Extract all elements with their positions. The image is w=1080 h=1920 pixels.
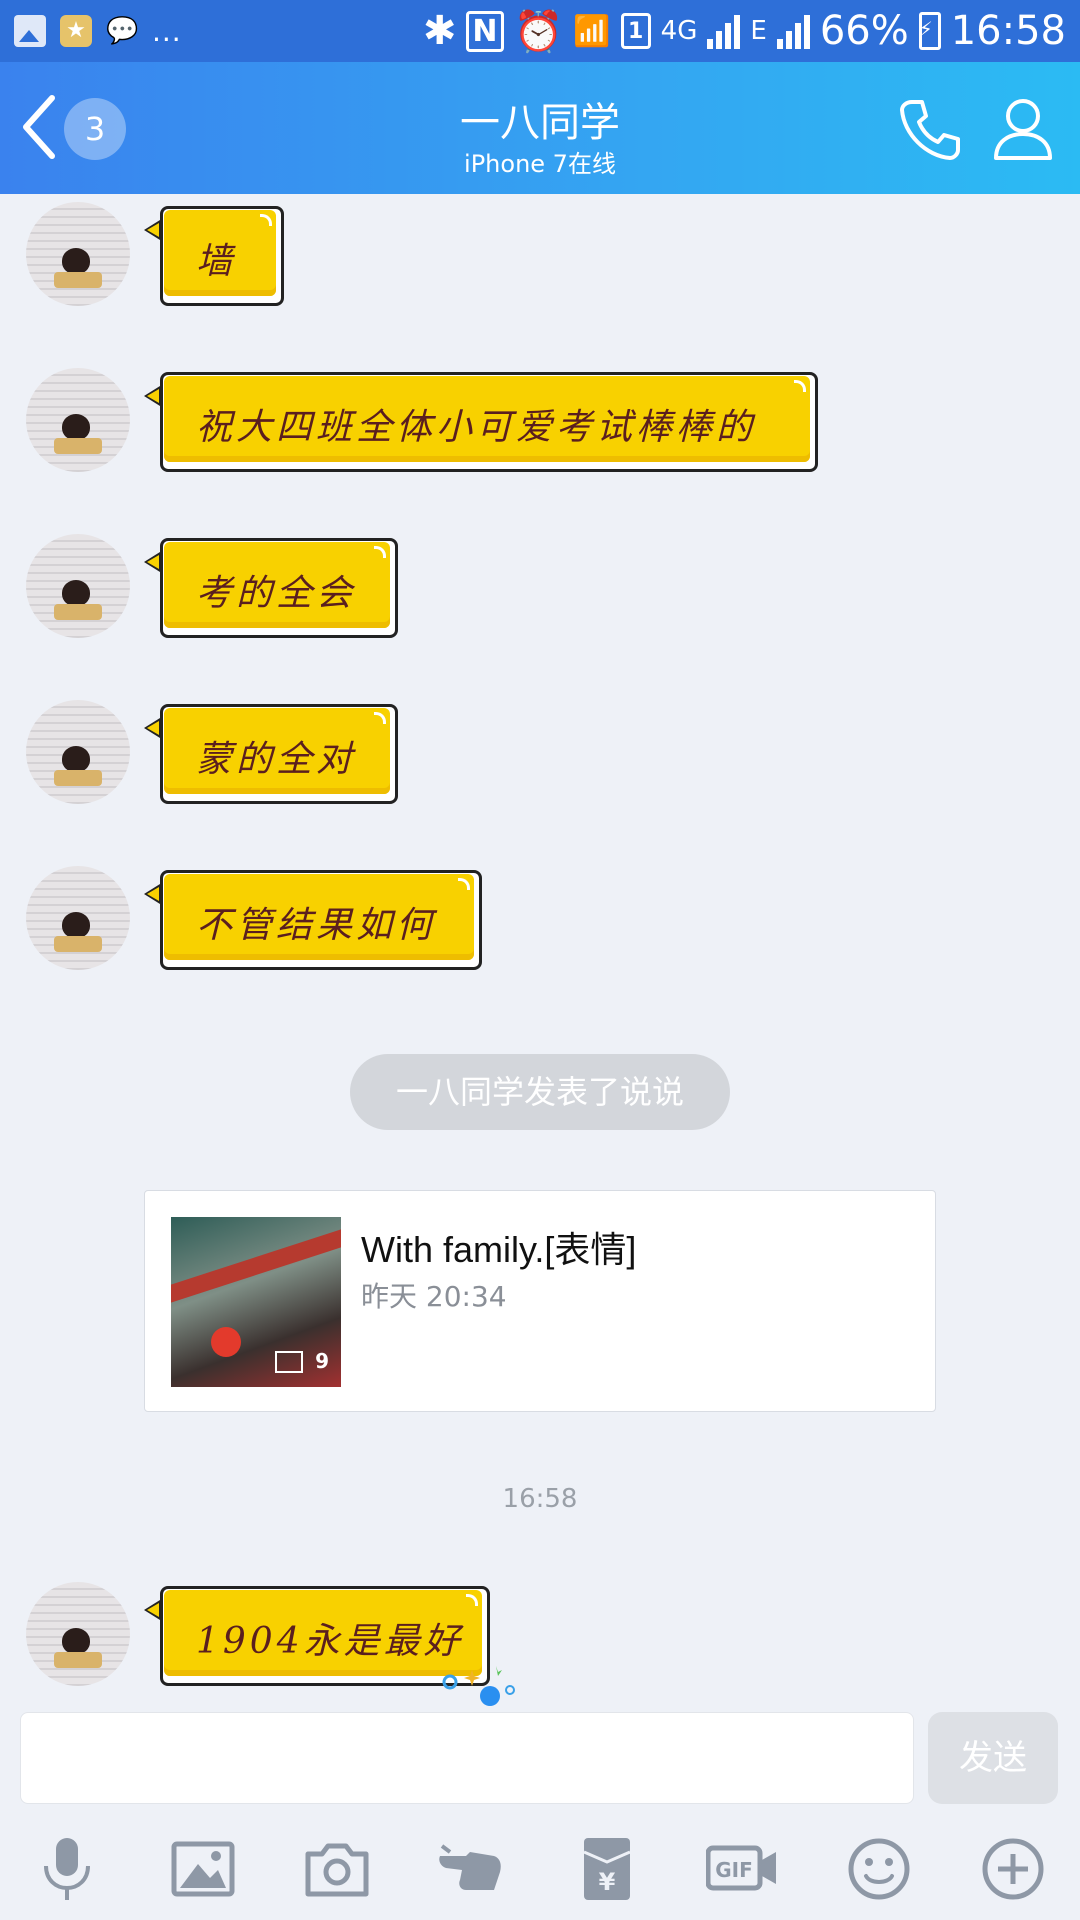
wifi-icon: 📶: [573, 13, 611, 49]
nfc-icon: N: [466, 10, 504, 52]
message-row: 墙: [0, 202, 1080, 312]
emoji-button[interactable]: [844, 1834, 914, 1904]
phone-icon: [900, 100, 960, 160]
message-bubble[interactable]: 蒙的全对: [144, 704, 398, 804]
message-text: 蒙的全对: [196, 739, 357, 780]
message-text: 考的全会: [196, 573, 357, 614]
bluetooth-icon: ✱: [422, 8, 457, 54]
photo-count: 9: [315, 1349, 329, 1373]
sender-avatar[interactable]: [26, 202, 130, 306]
wechat-notification-icon: 💬: [106, 16, 139, 46]
input-toolbar: ¥ GIF: [0, 1820, 1080, 1920]
plus-icon: [982, 1838, 1044, 1900]
message-timestamp: 16:58: [502, 1484, 578, 1514]
signal-icon-2: [776, 13, 810, 49]
moment-time: 昨天 20:34: [361, 1280, 507, 1313]
sim-slot-indicator: 1: [620, 13, 651, 49]
moment-share-card[interactable]: 9 With family.[表情] 昨天 20:34: [144, 1190, 936, 1412]
photo-icon: [275, 1351, 303, 1373]
person-icon: [994, 99, 1052, 160]
message-text: 1904永是最好: [196, 1621, 464, 1662]
message-bubble[interactable]: 不管结果如何: [144, 870, 482, 970]
message-text: 祝大四班全体小可爱考试棒棒的: [196, 407, 757, 448]
sender-avatar[interactable]: [26, 534, 130, 638]
message-row: 蒙的全对: [0, 700, 1080, 810]
alarm-icon: ⏰: [513, 8, 564, 55]
chat-header: 3 一八同学 iPhone 7在线: [0, 62, 1080, 194]
message-text: 不管结果如何: [196, 905, 437, 946]
message-row: 不管结果如何: [0, 866, 1080, 976]
sender-avatar[interactable]: [26, 866, 130, 970]
message-text: 墙: [196, 241, 237, 282]
contact-profile-button[interactable]: [990, 96, 1056, 162]
notification-icons: ★ 💬 ...: [14, 15, 182, 48]
more-notifications: ...: [152, 14, 182, 48]
camera-icon: [305, 1843, 369, 1897]
camera-button[interactable]: [302, 1834, 372, 1904]
poke-button[interactable]: [436, 1834, 506, 1904]
moment-thumbnail[interactable]: 9: [171, 1217, 341, 1387]
sparkle-effect-icon: [442, 1666, 515, 1706]
clock: 16:58: [950, 8, 1066, 54]
image-icon: [171, 1841, 235, 1897]
star-app-notification-icon: ★: [60, 15, 92, 47]
signal-icon-1: [707, 13, 741, 49]
more-options-button[interactable]: [978, 1834, 1048, 1904]
sender-avatar[interactable]: [26, 700, 130, 804]
microphone-icon: [44, 1838, 90, 1900]
status-bar: ★ 💬 ... ✱ N ⏰ 📶 1 4G E 66% 16:58: [0, 0, 1080, 62]
moment-title: With family.[表情]: [361, 1229, 637, 1270]
battery-percent: 66%: [819, 8, 909, 54]
photo-album-button[interactable]: [168, 1834, 238, 1904]
gif-label: GIF: [715, 1858, 753, 1882]
message-row: 1904永是最好: [0, 1582, 1080, 1706]
gallery-notification-icon: [14, 15, 46, 47]
message-bubble[interactable]: 墙: [144, 206, 284, 306]
send-button[interactable]: 发送: [928, 1712, 1058, 1804]
red-packet-button[interactable]: ¥: [572, 1834, 642, 1904]
voice-call-button[interactable]: [898, 96, 964, 162]
system-notice: 一八同学发表了说说: [350, 1054, 730, 1130]
gif-button[interactable]: GIF: [705, 1834, 780, 1904]
voice-input-button[interactable]: [32, 1834, 102, 1904]
sender-avatar[interactable]: [26, 1582, 130, 1686]
sender-avatar[interactable]: [26, 368, 130, 472]
message-bubble[interactable]: 祝大四班全体小可爱考试棒棒的: [144, 372, 818, 472]
emoji-icon: [848, 1838, 910, 1900]
network-4g-label: 4G: [660, 16, 698, 46]
message-row: 祝大四班全体小可爱考试棒棒的: [0, 368, 1080, 478]
red-packet-icon: ¥: [583, 1838, 631, 1900]
gif-icon: GIF: [705, 1845, 776, 1891]
poke-hand-icon: [439, 1844, 501, 1890]
message-input[interactable]: [20, 1712, 914, 1804]
battery-charging-icon: [918, 12, 941, 50]
system-indicators: ✱ N ⏰ 📶 1 4G E 66% 16:58: [423, 8, 1066, 55]
svg-text:¥: ¥: [599, 1868, 616, 1896]
message-row: 考的全会: [0, 534, 1080, 644]
message-bubble[interactable]: 考的全会: [144, 538, 398, 638]
network-e-label: E: [750, 16, 767, 46]
